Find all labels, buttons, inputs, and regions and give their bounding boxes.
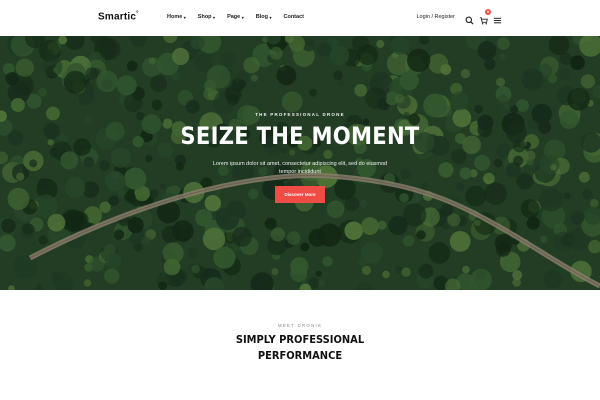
hero-content: THE PROFESSIONAL DRONE SEIZE THE MOMENT … bbox=[0, 36, 600, 290]
discover-more-button[interactable]: Discover More bbox=[275, 186, 325, 203]
nav-item-page[interactable]: Page ▾ bbox=[227, 14, 244, 20]
nav-item-shop[interactable]: Shop ▾ bbox=[198, 14, 215, 20]
logo[interactable]: Smartic° bbox=[98, 11, 139, 22]
section-title-line: PERFORMANCE bbox=[257, 349, 343, 362]
hero-title: SEIZE THE MOMENT bbox=[180, 122, 420, 150]
chevron-down-icon: ▾ bbox=[241, 14, 244, 20]
hero-banner: THE PROFESSIONAL DRONE SEIZE THE MOMENT … bbox=[0, 36, 600, 290]
login-register-link[interactable]: Login / Register bbox=[416, 14, 455, 20]
nav-label: Contact bbox=[283, 14, 304, 20]
hero-subtitle: Lorem ipsum dolor sit amet, consectetur … bbox=[212, 161, 388, 175]
chevron-down-icon: ▾ bbox=[183, 14, 186, 20]
nav-label: Blog bbox=[255, 14, 268, 20]
nav-label: Home bbox=[167, 14, 183, 20]
logo-mark: ° bbox=[136, 11, 139, 17]
hero-kicker: THE PROFESSIONAL DRONE bbox=[255, 112, 345, 117]
section-title-line: SIMPLY PROFESSIONAL bbox=[235, 333, 365, 346]
logo-text: Smartic bbox=[98, 11, 137, 23]
nav-label: Shop bbox=[197, 14, 212, 20]
main-nav: Home ▾ Shop ▾ Page ▾ Blog ▾ Contact bbox=[167, 14, 304, 20]
nav-item-contact[interactable]: Contact bbox=[283, 14, 303, 20]
chevron-down-icon: ▾ bbox=[269, 14, 272, 20]
section-kicker: MEET DRONIK bbox=[277, 323, 323, 328]
nav-item-blog[interactable]: Blog ▾ bbox=[256, 14, 272, 20]
nav-label: Page bbox=[227, 14, 241, 20]
header-actions: Login / Register 0 bbox=[416, 9, 502, 25]
section-title: SIMPLY PROFESSIONAL PERFORMANCE bbox=[30, 332, 570, 364]
cart-icon[interactable]: 0 bbox=[479, 9, 491, 25]
chevron-down-icon: ▾ bbox=[213, 14, 216, 20]
menu-icon[interactable] bbox=[493, 12, 502, 24]
search-icon[interactable] bbox=[465, 12, 474, 25]
cart-count-badge: 0 bbox=[485, 9, 491, 15]
nav-item-home[interactable]: Home ▾ bbox=[167, 14, 186, 20]
site-header: Smartic° Home ▾ Shop ▾ Page ▾ Blog ▾ Con… bbox=[0, 0, 600, 36]
